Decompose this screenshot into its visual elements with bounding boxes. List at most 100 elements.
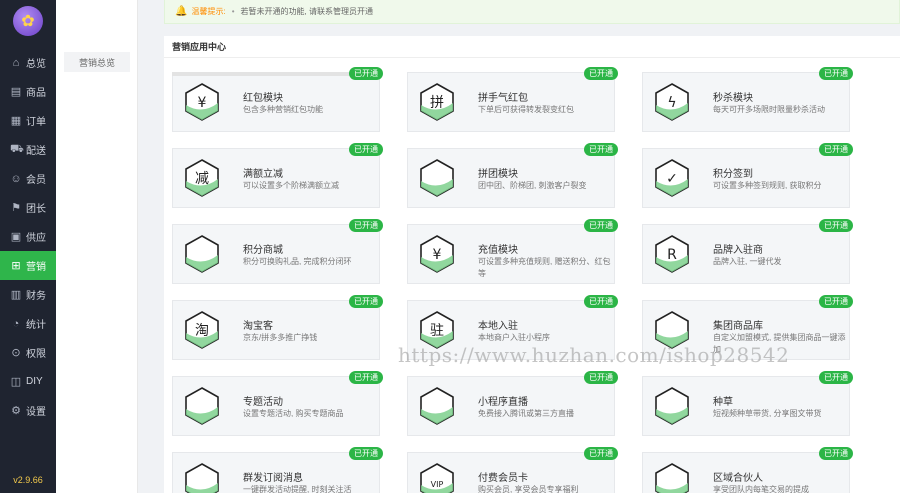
svg-text:驻: 驻 [430, 323, 444, 339]
card-description: 可设置多种签到规则, 获取积分 [713, 181, 822, 190]
marketing-icon: ⊞ [11, 260, 21, 272]
status-badge: 已开通 [584, 219, 618, 232]
sidebar-item-12[interactable]: ⚙ 设置 [0, 396, 56, 425]
sidebar-item-label: 统计 [26, 320, 46, 331]
sidebar-item-label: 权限 [26, 349, 46, 360]
card-description: 购买会员, 享受会员专享福利 [478, 485, 579, 493]
marketing-card[interactable]: 种草 短视频种草带货, 分享图文带货 已开通 [642, 371, 853, 436]
card-description: 一键群发活动提醒, 时刻关注活 [243, 485, 352, 493]
group-buy-icon [416, 157, 458, 199]
card-description: 短视频种草带货, 分享图文带货 [713, 409, 822, 418]
sidebar-item-3[interactable]: ⛟ 配送 [0, 135, 56, 164]
status-badge: 已开通 [349, 371, 383, 384]
marketing-card[interactable]: 淘 淘宝客 京东/拼多多推广挣钱 已开通 [172, 295, 383, 360]
marketing-card[interactable]: 群发订阅消息 一键群发活动提醒, 时刻关注活 已开通 [172, 447, 383, 493]
panel-title: 营销应用中心 [164, 36, 900, 58]
card-title: 积分商城 [243, 245, 283, 256]
sidebar-item-9[interactable]: ◔ 统计 [0, 309, 56, 338]
sidebar-item-11[interactable]: ◫ DIY [0, 367, 56, 396]
sidebar-item-10[interactable]: ⊙ 权限 [0, 338, 56, 367]
marketing-card[interactable]: ¥ 红包模块 包含多种营销红包功能 已开通 [172, 67, 383, 132]
status-badge: 已开通 [349, 295, 383, 308]
sprout-icon [651, 385, 693, 427]
app-logo[interactable]: ✿ [0, 0, 56, 42]
notice-title: 温馨提示: [191, 7, 226, 16]
status-badge: 已开通 [819, 371, 853, 384]
watermark: https://www.huzhan.com/ishop28542 [398, 343, 790, 367]
status-badge: 已开通 [349, 447, 383, 460]
sidebar-item-label: 团长 [26, 204, 46, 215]
gift-icon [181, 233, 223, 275]
marketing-card[interactable]: ϟ 秒杀模块 每天可开多场限时限量秒杀活动 已开通 [642, 67, 853, 132]
sidebar-item-label: 会员 [26, 175, 46, 186]
marketing-card[interactable]: 区域合伙人 享受团队内每笔交易的提成 已开通 [642, 447, 853, 493]
sidebar-item-5[interactable]: ⚑ 团长 [0, 193, 56, 222]
marketing-card[interactable]: 小程序直播 免费接入腾讯或第三方直播 已开通 [407, 371, 618, 436]
delivery-icon: ⛟ [10, 142, 24, 155]
status-badge: 已开通 [819, 219, 853, 232]
notice-text: 若暂未开通的功能, 请联系管理员开通 [240, 7, 373, 16]
sidebar-item-label: 设置 [26, 407, 46, 418]
sidebar-item-4[interactable]: ☺ 会员 [0, 164, 56, 193]
card-description: 包含多种营销红包功能 [243, 105, 323, 114]
status-badge: 已开通 [349, 67, 383, 80]
marketing-card[interactable]: R 品牌入驻商 品牌入驻, 一键代发 已开通 [642, 219, 853, 284]
logo-icon: ✿ [13, 6, 43, 36]
brand-icon: R [651, 233, 693, 275]
card-description: 团中团、阶梯团, 刺激客户裂变 [478, 181, 587, 190]
card-title: 群发订阅消息 [243, 473, 303, 484]
sidebar-item-7[interactable]: ⊞ 营销 [0, 251, 56, 280]
member-icon: ☺ [10, 172, 22, 185]
svg-text:✓: ✓ [666, 171, 678, 187]
sidebar-item-1[interactable]: ▤ 商品 [0, 77, 56, 106]
status-badge: 已开通 [819, 447, 853, 460]
sidebar-item-6[interactable]: ▣ 供应 [0, 222, 56, 251]
bell-icon: 🔔 [175, 6, 188, 17]
flash-sale-icon: ϟ [651, 81, 693, 123]
card-description: 积分可换购礼品, 完成积分闭环 [243, 257, 352, 266]
svg-text:VIP: VIP [431, 480, 444, 489]
sidebar-item-8[interactable]: ▥ 财务 [0, 280, 56, 309]
card-title: 付费会员卡 [478, 473, 528, 484]
supply-icon: ▣ [10, 231, 22, 243]
marketing-card[interactable]: 积分商城 积分可换购礼品, 完成积分闭环 已开通 [172, 219, 383, 284]
card-title: 种草 [713, 397, 733, 408]
marketing-panel: 营销应用中心 ¥ 红包模块 包含多种营销红包功能 已开通拼拼手气红包 下单后可获得转发裂… [164, 36, 900, 493]
card-description: 设置专题活动, 购买专题商品 [243, 409, 344, 418]
bell-icon [181, 461, 223, 493]
order-icon: ▦ [10, 115, 22, 127]
version-label: v2.9.66 [13, 475, 43, 485]
marketing-card[interactable]: 专题活动 设置专题活动, 购买专题商品 已开通 [172, 371, 383, 436]
marketing-card[interactable]: VIP 付费会员卡 购买会员, 享受会员专享福利 已开通 [407, 447, 618, 493]
svg-text:拼: 拼 [430, 95, 444, 111]
svg-text:减: 减 [195, 171, 209, 187]
card-title: 秒杀模块 [713, 93, 753, 104]
card-description: 免费接入腾讯或第三方直播 [478, 409, 574, 418]
svg-text:淘: 淘 [195, 323, 209, 339]
card-description: 下单后可获得转发裂变红包 [478, 105, 574, 114]
main-content: 🔔 温馨提示: • 若暂未开通的功能, 请联系管理员开通 营销应用中心 ¥ 红包模… [150, 0, 900, 493]
marketing-card[interactable]: ¥ 充值模块 可设置多种充值规则, 赠送积分、红包等 已开通 [407, 219, 618, 284]
sidebar-item-2[interactable]: ▦ 订单 [0, 106, 56, 135]
sidebar-item-0[interactable]: ⌂ 总览 [0, 48, 56, 77]
card-description: 品牌入驻, 一键代发 [713, 257, 782, 266]
card-title: 淘宝客 [243, 321, 273, 332]
subnav-item-overview[interactable]: 营销总览 [64, 52, 130, 72]
card-title: 小程序直播 [478, 397, 528, 408]
svg-text:ϟ: ϟ [667, 95, 676, 111]
stats-icon: ◔ [12, 317, 20, 330]
status-badge: 已开通 [819, 67, 853, 80]
marketing-card[interactable]: 拼团模块 团中团、阶梯团, 刺激客户裂变 已开通 [407, 143, 618, 208]
marketing-card[interactable]: 拼 拼手气红包 下单后可获得转发裂变红包 已开通 [407, 67, 618, 132]
sidebar-item-label: DIY [26, 376, 43, 387]
red-envelope-icon: ¥ [181, 81, 223, 123]
card-title: 本地入驻 [478, 321, 518, 332]
sidebar-item-label: 订单 [26, 117, 46, 128]
status-badge: 已开通 [584, 371, 618, 384]
marketing-card[interactable]: ✓ 积分签到 可设置多种签到规则, 获取积分 已开通 [642, 143, 853, 208]
sidebar-item-label: 总览 [26, 59, 46, 70]
card-title: 拼团模块 [478, 169, 518, 180]
sidebar-item-label: 营销 [26, 262, 46, 273]
marketing-card[interactable]: 减 满额立减 可以设置多个阶梯满额立减 已开通 [172, 143, 383, 208]
permission-icon: ⊙ [11, 347, 21, 359]
